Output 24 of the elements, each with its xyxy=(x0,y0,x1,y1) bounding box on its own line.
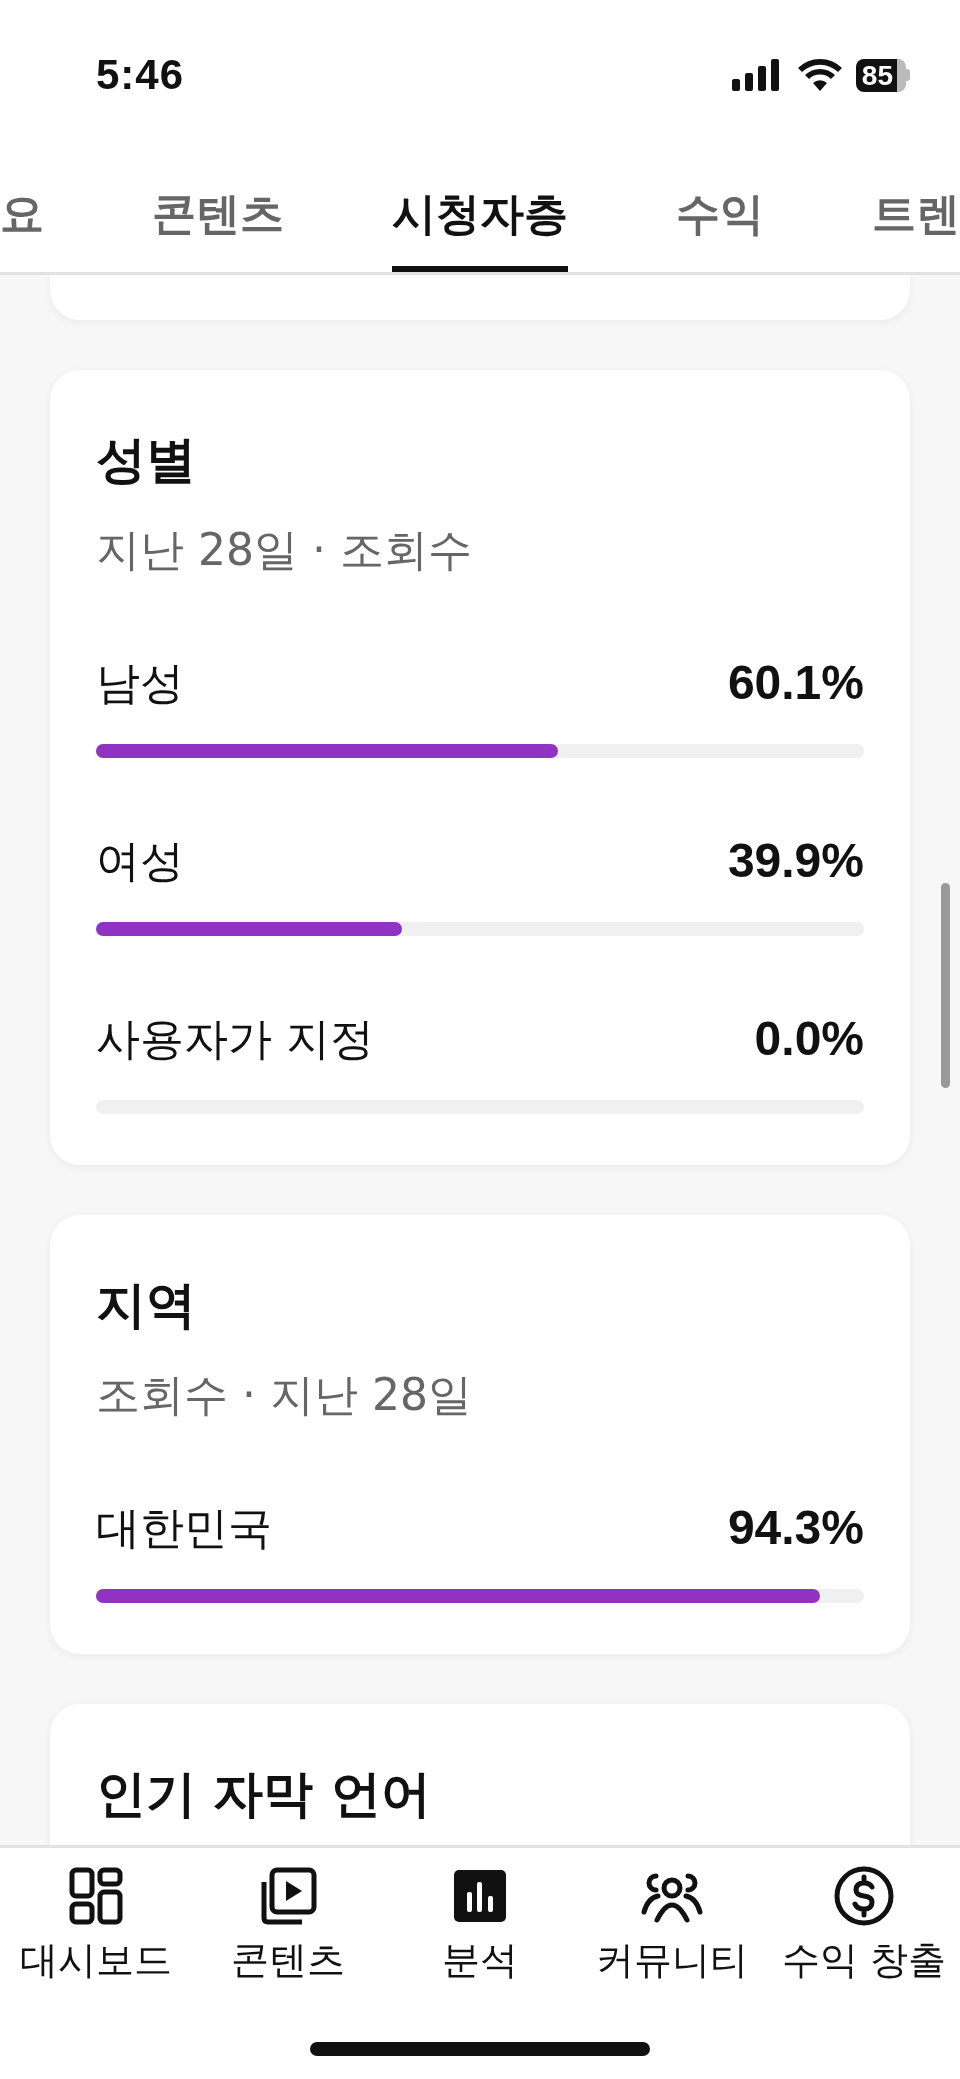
percentage-value: 39.9% xyxy=(727,833,864,889)
category-label: 남성 xyxy=(96,656,184,710)
nav-item[interactable]: 커뮤니티 xyxy=(576,1848,768,1986)
tab[interactable]: 트렌 xyxy=(872,184,960,272)
card-subtitle: 지난 28일 · 조회수 xyxy=(96,523,473,577)
nav-item[interactable]: 대시보드 xyxy=(0,1848,192,1986)
category-label: 대한민국 xyxy=(96,1501,272,1555)
percentage-value: 60.1% xyxy=(727,655,864,711)
card-title: 성별 xyxy=(96,430,197,491)
percentage-value: 94.3% xyxy=(727,1500,864,1556)
card-title: 지역 xyxy=(96,1275,197,1336)
wifi-icon xyxy=(797,59,842,91)
card-subtitle: 조회수 · 지난 28일 xyxy=(96,1368,473,1422)
nav-item[interactable]: 분석 xyxy=(384,1848,576,1986)
nav-item[interactable]: 콘텐츠 xyxy=(192,1848,384,1986)
tab[interactable]: 요 xyxy=(0,184,44,272)
card-title: 인기 자막 언어 xyxy=(96,1764,432,1825)
category-label: 여성 xyxy=(96,834,184,888)
status-time: 5:46 xyxy=(96,51,185,99)
tab[interactable]: 수익 xyxy=(676,184,764,272)
tab[interactable]: 콘텐츠 xyxy=(152,184,284,272)
nav-item[interactable]: 수익 창출 xyxy=(768,1848,960,1986)
category-label: 사용자가 지정 xyxy=(96,1012,374,1066)
percentage-value: 0.0% xyxy=(754,1011,864,1067)
